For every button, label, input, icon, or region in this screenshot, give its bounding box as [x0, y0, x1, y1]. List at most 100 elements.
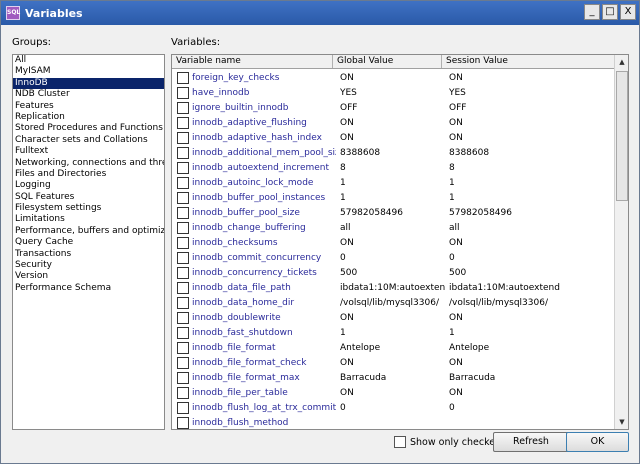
table-row[interactable]: innodb_buffer_pool_instances 1 1 [172, 190, 615, 205]
variables-window: SQL Variables _ □ X Groups: Variables: A… [0, 0, 640, 464]
title-bar[interactable]: SQL Variables _ □ X [1, 1, 639, 25]
table-row[interactable]: innodb_autoextend_increment 8 8 [172, 160, 615, 175]
row-checkbox[interactable] [177, 326, 189, 339]
row-checkbox[interactable] [177, 296, 189, 309]
row-checkbox[interactable] [177, 176, 189, 189]
session-value: Barracuda [449, 372, 496, 383]
table-row[interactable]: ignore_builtin_innodb OFF OFF [172, 100, 615, 115]
table-row[interactable]: innodb_commit_concurrency 0 0 [172, 250, 615, 265]
group-item[interactable]: SQL Features [13, 192, 164, 203]
global-value: 57982058496 [340, 207, 403, 218]
refresh-button[interactable]: Refresh [493, 432, 569, 452]
session-value: ON [449, 357, 463, 368]
table-row[interactable]: innodb_buffer_pool_size 57982058496 579820… [172, 205, 615, 220]
table-row[interactable]: innodb_data_home_dir/volsql/lib/mysql330… [172, 295, 615, 310]
group-item[interactable]: Transactions [13, 249, 164, 260]
scroll-up-icon[interactable]: ▲ [615, 55, 628, 69]
column-header-session[interactable]: Session Value [442, 55, 615, 68]
table-row[interactable]: innodb_flush_log_at_trx_commit 0 0 [172, 400, 615, 415]
table-row[interactable]: innodb_data_file_path ibdata1:10M:autoext… [172, 280, 615, 295]
table-row[interactable]: innodb_concurrency_tickets 500 500 [172, 265, 615, 280]
column-header-global[interactable]: Global Value [333, 55, 442, 68]
row-checkbox[interactable] [177, 131, 189, 144]
group-item[interactable]: Networking, connections and threads [13, 158, 164, 169]
table-row[interactable]: innodb_doublewrite ON ON [172, 310, 615, 325]
row-checkbox[interactable] [177, 416, 189, 429]
session-value: 57982058496 [449, 207, 512, 218]
row-checkbox[interactable] [177, 311, 189, 324]
session-value: ibdata1:10M:autoextend [449, 282, 560, 293]
group-item[interactable]: All [13, 55, 164, 66]
group-item[interactable]: Version [13, 271, 164, 282]
group-item[interactable]: Replication [13, 112, 164, 123]
show-only-checked-toggle[interactable]: Show only checked [394, 436, 501, 448]
group-item[interactable]: Character sets and Collations [13, 135, 164, 146]
close-button[interactable]: X [620, 4, 636, 20]
session-value: 8 [449, 162, 455, 173]
table-row[interactable]: innodb_file_per_table ON ON [172, 385, 615, 400]
groups-list[interactable]: All MyISAM InnoDB NDB Cluster Features Replic… [12, 54, 165, 430]
ok-button[interactable]: OK [566, 432, 629, 452]
row-checkbox[interactable] [177, 146, 189, 159]
row-checkbox[interactable] [177, 401, 189, 414]
session-value: 1 [449, 177, 455, 188]
row-checkbox[interactable] [177, 116, 189, 129]
group-item[interactable]: Files and Directories [13, 169, 164, 180]
group-item[interactable]: Fulltext [13, 146, 164, 157]
table-row[interactable]: innodb_adaptive_hash_index ON ON [172, 130, 615, 145]
row-checkbox[interactable] [177, 236, 189, 249]
row-checkbox[interactable] [177, 161, 189, 174]
row-checkbox[interactable] [177, 251, 189, 264]
table-row[interactable]: innodb_file_format_check ON ON [172, 355, 615, 370]
group-item[interactable]: Filesystem settings [13, 203, 164, 214]
row-checkbox[interactable] [177, 191, 189, 204]
row-checkbox[interactable] [177, 206, 189, 219]
group-item[interactable]: NDB Cluster [13, 89, 164, 100]
group-item[interactable]: Security [13, 260, 164, 271]
variable-name: innodb_file_format [192, 342, 276, 353]
group-item[interactable]: Performance, buffers and optimizer [13, 226, 164, 237]
row-checkbox[interactable] [177, 341, 189, 354]
table-row[interactable]: foreign_key_checks ON ON [172, 70, 615, 85]
maximize-button[interactable]: □ [602, 4, 618, 20]
table-row[interactable]: innodb_flush_method [172, 415, 615, 429]
global-value: 1 [340, 327, 346, 338]
global-value: 500 [340, 267, 358, 278]
table-row[interactable]: innodb_file_format_max Barracuda Barracuda [172, 370, 615, 385]
row-checkbox[interactable] [177, 71, 189, 84]
group-item[interactable]: Query Cache [13, 237, 164, 248]
scroll-down-icon[interactable]: ▼ [615, 415, 628, 429]
table-row[interactable]: innodb_change_buffering all all [172, 220, 615, 235]
group-item[interactable]: InnoDB [13, 77, 164, 90]
minimize-button[interactable]: _ [584, 4, 600, 20]
row-checkbox[interactable] [177, 386, 189, 399]
table-row[interactable]: have_innodb YES YES [172, 85, 615, 100]
row-checkbox[interactable] [177, 266, 189, 279]
row-checkbox[interactable] [177, 356, 189, 369]
show-only-checked-checkbox[interactable] [394, 436, 406, 448]
group-item[interactable]: Performance Schema [13, 283, 164, 294]
table-row[interactable]: innodb_file_format Antelope Antelope [172, 340, 615, 355]
group-item[interactable]: Logging [13, 180, 164, 191]
group-item[interactable]: Stored Procedures and Functions [13, 123, 164, 134]
column-header-name[interactable]: Variable name [172, 55, 333, 68]
scroll-thumb[interactable] [616, 71, 628, 201]
row-checkbox[interactable] [177, 281, 189, 294]
table-row[interactable]: innodb_checksums ON ON [172, 235, 615, 250]
variable-name: innodb_checksums [192, 237, 278, 248]
session-value: ON [449, 72, 463, 83]
table-row[interactable]: innodb_adaptive_flushing ON ON [172, 115, 615, 130]
row-checkbox[interactable] [177, 101, 189, 114]
vertical-scrollbar[interactable]: ▲ ▼ [614, 55, 628, 429]
group-item[interactable]: Limitations [13, 214, 164, 225]
table-row[interactable]: innodb_autoinc_lock_mode 1 1 [172, 175, 615, 190]
row-checkbox[interactable] [177, 86, 189, 99]
table-row[interactable]: innodb_fast_shutdown 1 1 [172, 325, 615, 340]
table-row[interactable]: innodb_additional_mem_pool_size 8388608 83… [172, 145, 615, 160]
row-checkbox[interactable] [177, 221, 189, 234]
group-item[interactable]: MyISAM [13, 66, 164, 77]
variable-name: innodb_flush_method [192, 417, 289, 428]
group-item[interactable]: Features [13, 101, 164, 112]
row-checkbox[interactable] [177, 371, 189, 384]
session-value: ON [449, 132, 463, 143]
